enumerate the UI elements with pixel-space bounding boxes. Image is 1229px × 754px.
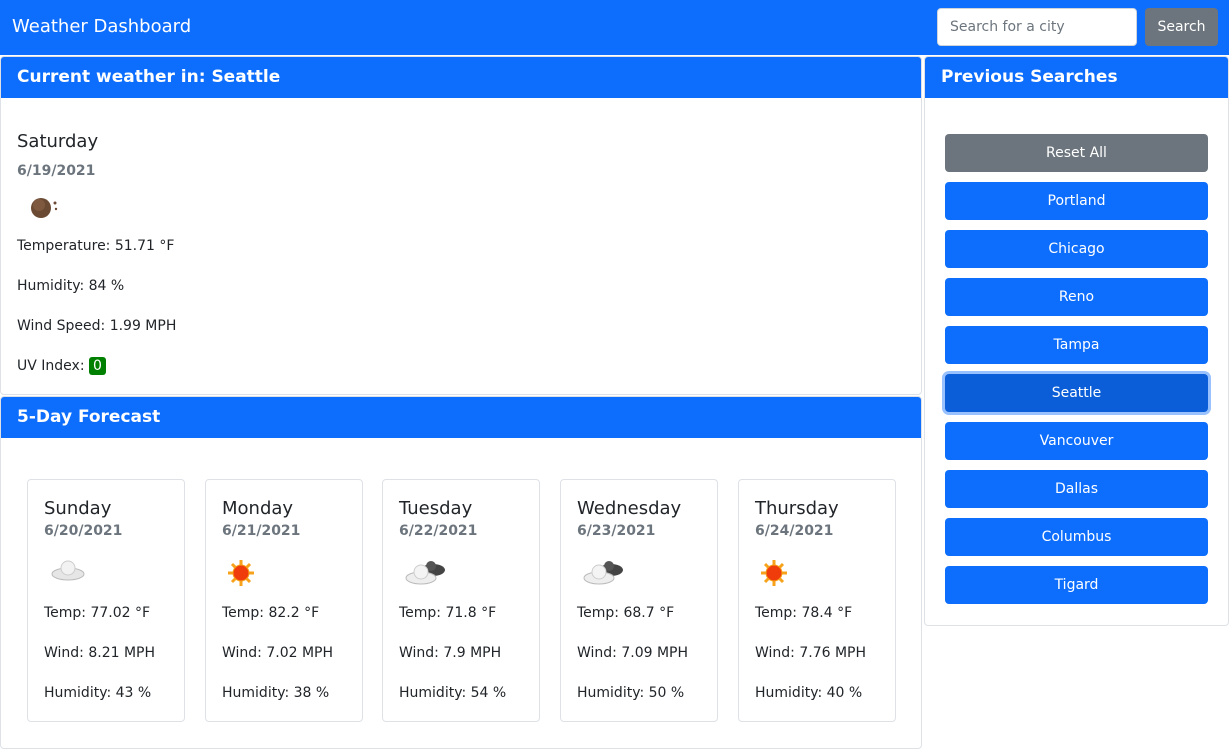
forecast-day-card: Wednesday 6/23/2021 Temp: 68.7 °F Wind: … xyxy=(560,479,718,722)
forecast-day-card: Thursday 6/24/2021 Temp: 78.4 °F Wind: 7… xyxy=(738,479,896,722)
city-button-reno[interactable]: Reno xyxy=(945,278,1208,316)
forecast-date: 6/20/2021 xyxy=(44,523,123,539)
forecast-temp: Temp: 77.02 °F xyxy=(44,605,151,621)
forecast-humidity: Humidity: 43 % xyxy=(44,685,152,701)
forecast-humidity: Humidity: 50 % xyxy=(577,685,685,701)
current-weather-header: Current weather in: Seattle xyxy=(1,57,921,98)
forecast-wind: Wind: 7.9 MPH xyxy=(399,645,502,661)
forecast-day: Tuesday xyxy=(399,498,473,519)
city-button-chicago[interactable]: Chicago xyxy=(945,230,1208,268)
city-button-tigard[interactable]: Tigard xyxy=(945,566,1208,604)
forecast-date: 6/23/2021 xyxy=(577,523,656,539)
forecast-wind: Wind: 7.76 MPH xyxy=(755,645,867,661)
forecast-humidity: Humidity: 38 % xyxy=(222,685,330,701)
forecast-day-card: Monday 6/21/2021 Temp: 82.2 °F Wind: 7.0… xyxy=(205,479,363,722)
night-moon-icon xyxy=(31,198,58,218)
current-temperature: Temperature: 51.71 °F xyxy=(17,238,175,254)
forecast-day: Thursday xyxy=(755,498,839,519)
current-wind: Wind Speed: 1.99 MPH xyxy=(17,318,177,334)
forecast-humidity: Humidity: 40 % xyxy=(755,685,863,701)
city-button-dallas[interactable]: Dallas xyxy=(945,470,1208,508)
forecast-wind: Wind: 7.09 MPH xyxy=(577,645,689,661)
city-search-input[interactable] xyxy=(937,8,1137,46)
broken-clouds-icon xyxy=(581,558,627,590)
cloud-icon xyxy=(48,558,88,586)
current-weather-card: Current weather in: Seattle Saturday 6/1… xyxy=(0,56,922,395)
forecast-day-card: Tuesday 6/22/2021 Temp: 71.8 °F Wind: 7.… xyxy=(382,479,540,722)
forecast-day: Sunday xyxy=(44,498,112,519)
city-button-tampa[interactable]: Tampa xyxy=(945,326,1208,364)
current-humidity: Humidity: 84 % xyxy=(17,278,125,294)
navbar: Weather Dashboard Search xyxy=(0,0,1229,55)
forecast-wind: Wind: 8.21 MPH xyxy=(44,645,156,661)
forecast-humidity: Humidity: 54 % xyxy=(399,685,507,701)
sun-icon xyxy=(759,558,789,592)
search-button[interactable]: Search xyxy=(1145,8,1218,46)
current-day: Saturday xyxy=(17,131,99,152)
city-button-vancouver[interactable]: Vancouver xyxy=(945,422,1208,460)
forecast-date: 6/21/2021 xyxy=(222,523,301,539)
forecast-temp: Temp: 68.7 °F xyxy=(577,605,675,621)
current-date: 6/19/2021 xyxy=(17,163,96,179)
broken-clouds-icon xyxy=(403,558,449,590)
forecast-date: 6/22/2021 xyxy=(399,523,478,539)
city-button-seattle[interactable]: Seattle xyxy=(945,374,1208,412)
uv-badge: 0 xyxy=(89,357,106,375)
app-title: Weather Dashboard xyxy=(12,16,192,37)
city-button-portland[interactable]: Portland xyxy=(945,182,1208,220)
sun-icon xyxy=(226,558,256,592)
forecast-temp: Temp: 78.4 °F xyxy=(755,605,853,621)
forecast-temp: Temp: 71.8 °F xyxy=(399,605,497,621)
forecast-header: 5-Day Forecast xyxy=(1,397,921,438)
forecast-day: Monday xyxy=(222,498,294,519)
uv-index: UV Index: 0 xyxy=(17,357,106,375)
forecast-day: Wednesday xyxy=(577,498,682,519)
previous-searches-header: Previous Searches xyxy=(925,57,1228,98)
reset-all-button[interactable]: Reset All xyxy=(945,134,1208,172)
forecast-wind: Wind: 7.02 MPH xyxy=(222,645,334,661)
forecast-date: 6/24/2021 xyxy=(755,523,834,539)
forecast-day-card: Sunday 6/20/2021 Temp: 77.02 °F Wind: 8.… xyxy=(27,479,185,722)
forecast-temp: Temp: 82.2 °F xyxy=(222,605,320,621)
uv-label: UV Index: xyxy=(17,358,85,374)
city-button-columbus[interactable]: Columbus xyxy=(945,518,1208,556)
